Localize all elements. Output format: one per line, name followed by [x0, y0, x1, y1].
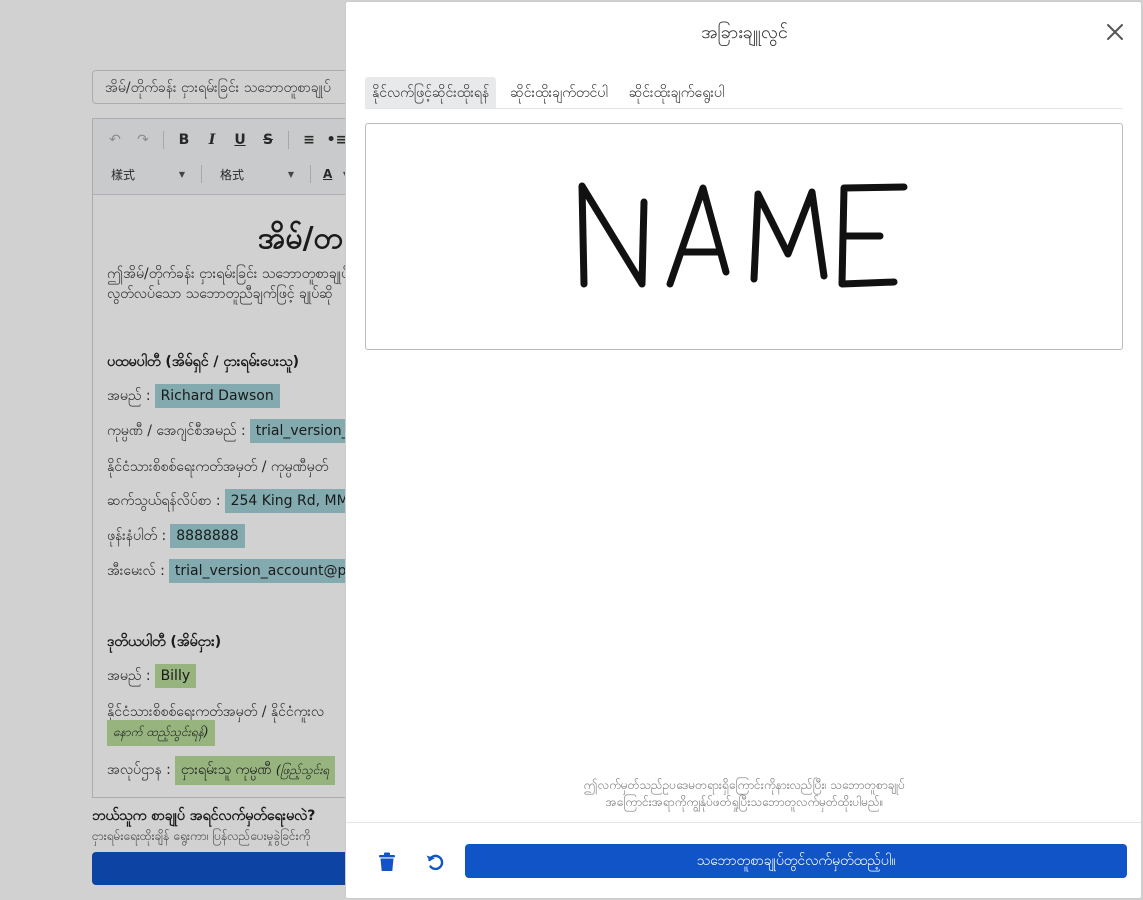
clear-signature-button[interactable]: [372, 847, 402, 877]
legal-disclaimer: ဤလက်မှတ်သည်ဥပဒေမတရားရှိကြောင်းကိုနားလည်ပ…: [346, 777, 1143, 811]
signature-modal: အခြားချူလွင် နိုင်လက်ဖြင့်ဆိုင်းထိုးရန် …: [345, 1, 1142, 899]
apply-signature-button[interactable]: သဘောတူစာချုပ်တွင်လက်မှတ်ထည့်ပါ။: [465, 844, 1127, 878]
trash-icon: [379, 852, 395, 871]
undo-icon: [426, 854, 444, 871]
undo-stroke-button[interactable]: [420, 847, 450, 877]
close-icon: [1107, 24, 1123, 40]
signature-canvas[interactable]: [365, 123, 1123, 350]
modal-footer-divider: [346, 822, 1141, 823]
handwritten-signature: [578, 182, 908, 288]
disclaimer-line: ဤလက်မှတ်သည်ဥပဒေမတရားရှိကြောင်းကိုနားလည်ပ…: [584, 778, 905, 792]
close-button[interactable]: [1101, 18, 1129, 46]
tab-select-signature[interactable]: ဆိုင်းထိုးချက်ရွေးပါ: [622, 77, 732, 108]
disclaimer-line: အကြောင်းအရာကိုကျွန်ုပ်ဖတ်ရှုပြီးသဘောတူလက…: [605, 795, 884, 809]
modal-title: အခြားချူလွင်: [701, 22, 788, 43]
signature-method-tabs: နိုင်လက်ဖြင့်ဆိုင်းထိုးရန် ဆိုင်းထိုးချက…: [365, 77, 1123, 109]
tab-draw-signature[interactable]: နိုင်လက်ဖြင့်ဆိုင်းထိုးရန်: [365, 77, 497, 108]
tab-upload-signature[interactable]: ဆိုင်းထိုးချက်တင်ပါ: [503, 77, 615, 108]
